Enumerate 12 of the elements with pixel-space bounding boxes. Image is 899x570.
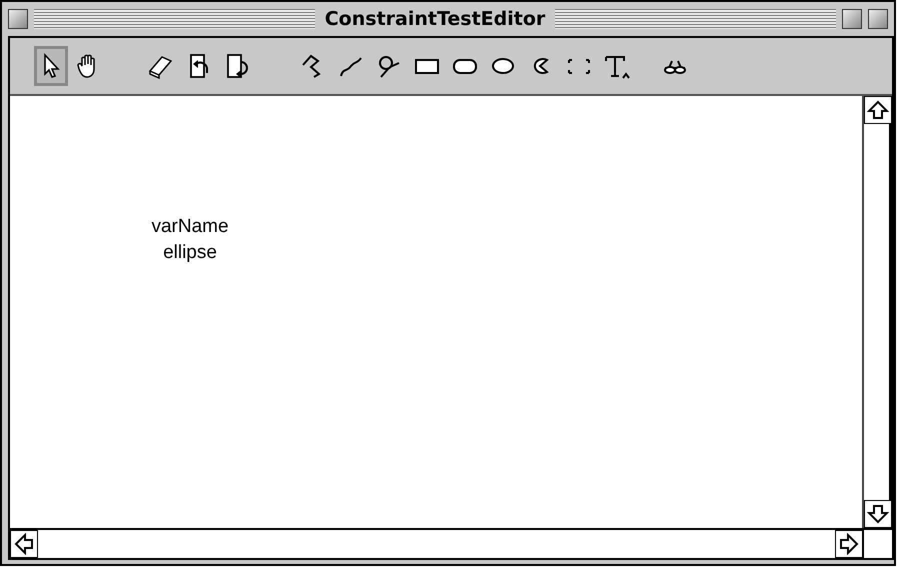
close-box[interactable] [8,9,28,29]
scroll-left-button[interactable] [10,530,38,558]
collapse-box[interactable] [868,9,888,29]
drawing-canvas[interactable]: varName ellipse [10,96,864,528]
window-title: ConstraintTestEditor [324,6,546,32]
scroll-right-button[interactable] [835,530,863,558]
shape-label: ellipse [162,241,218,265]
zoom-box[interactable] [842,9,862,29]
tool-button[interactable] [34,46,68,86]
scroll-down-button[interactable] [864,500,892,528]
scroll-up-button[interactable] [864,96,892,124]
shape-label: varName [150,215,230,239]
